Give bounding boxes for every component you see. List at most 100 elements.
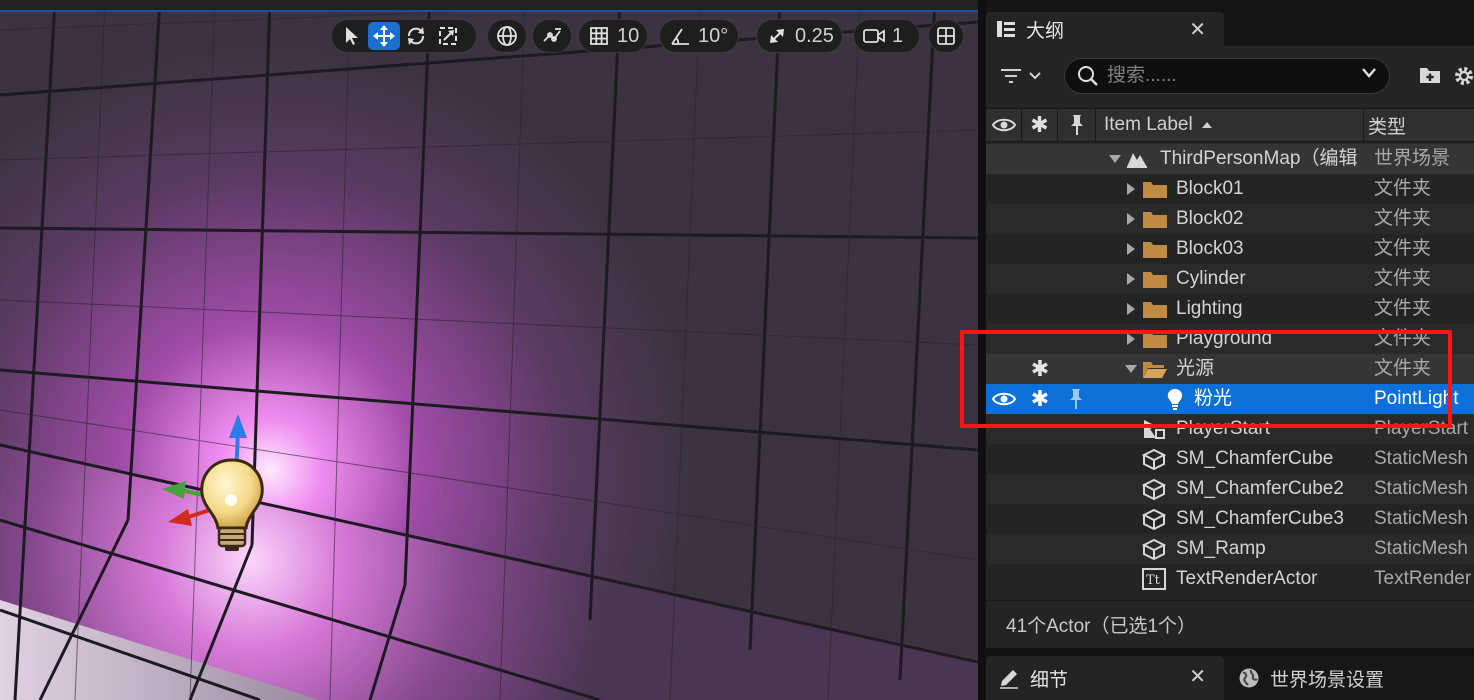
globe-icon xyxy=(1239,668,1259,688)
search-box[interactable] xyxy=(1064,58,1390,94)
tree-row-type: 文件夹 xyxy=(1374,298,1432,319)
search-input[interactable] xyxy=(1107,65,1347,87)
tree-row-actor[interactable]: SM_ChamferCube2 StaticMesh xyxy=(986,474,1474,504)
chevron-right-icon[interactable] xyxy=(1126,272,1136,286)
tab-bar-empty xyxy=(1224,12,1474,46)
tree-row-folder-open[interactable]: ✱ 光源 文件夹 xyxy=(986,354,1474,384)
tree-row-actor[interactable]: SM_ChamferCube3 StaticMesh xyxy=(986,504,1474,534)
chevron-down-icon xyxy=(1029,72,1041,80)
cursor-arrow-icon xyxy=(346,27,358,45)
item-label-header-text: Item Label xyxy=(1104,114,1193,135)
details-tab[interactable]: 细节 ✕ xyxy=(986,656,1224,700)
camera-speed-button[interactable] xyxy=(858,22,890,50)
world-settings-tab[interactable]: 世界场景设置 xyxy=(1226,656,1474,700)
type-header-text: 类型 xyxy=(1368,116,1407,138)
chevron-right-icon[interactable] xyxy=(1126,212,1136,226)
tree-row-actor[interactable]: Tt TextRenderActor TextRender xyxy=(986,564,1474,594)
close-icon[interactable]: ✕ xyxy=(1189,17,1206,42)
close-icon[interactable]: ✕ xyxy=(1189,664,1206,689)
static-mesh-icon xyxy=(1142,478,1166,500)
select-mode-button[interactable] xyxy=(336,22,368,50)
tree-row-label: 粉光 xyxy=(1194,388,1233,409)
tree-row-label: Playground xyxy=(1176,328,1273,349)
panel-splitter-horizontal[interactable] xyxy=(986,648,1474,656)
scale-snap-value[interactable]: 0.25 xyxy=(793,25,840,48)
chevron-right-icon[interactable] xyxy=(1126,302,1136,316)
rotate-mode-button[interactable] xyxy=(400,22,432,50)
grid-snap-value[interactable]: 10 xyxy=(615,25,645,48)
rotation-snap-group: 10° xyxy=(659,19,739,53)
tree-row-folder[interactable]: Block01 文件夹 xyxy=(986,174,1474,204)
sort-ascending-icon xyxy=(1201,122,1212,128)
visibility-column-header[interactable] xyxy=(986,109,1022,141)
tree-row-type: 文件夹 xyxy=(1374,328,1432,349)
chevron-right-icon[interactable] xyxy=(1126,182,1136,196)
panel-splitter[interactable] xyxy=(978,0,986,700)
tree-row-type: StaticMesh xyxy=(1374,508,1468,529)
panel-top-strip xyxy=(986,0,1474,12)
surface-snap-icon xyxy=(543,28,561,42)
pin-column-header[interactable] xyxy=(1058,109,1096,141)
search-icon xyxy=(1078,66,1098,86)
static-mesh-icon xyxy=(1142,448,1166,470)
tree-row-actor[interactable]: SM_Ramp StaticMesh xyxy=(986,534,1474,564)
star-icon[interactable]: ✱ xyxy=(1022,384,1058,414)
outliner-status-bar: 41个Actor（已选1个） xyxy=(986,600,1474,648)
scale-mode-button[interactable] xyxy=(432,22,464,50)
add-folder-icon[interactable] xyxy=(1418,64,1442,86)
player-start-icon xyxy=(1144,420,1165,439)
pin-toggle[interactable] xyxy=(1058,384,1094,414)
tree-row-folder[interactable]: Block03 文件夹 xyxy=(986,234,1474,264)
tree-row-folder[interactable]: Cylinder 文件夹 xyxy=(986,264,1474,294)
tree-row-label: Lighting xyxy=(1176,298,1243,319)
chevron-down-icon[interactable] xyxy=(1361,67,1377,79)
tree-row-folder[interactable]: Lighting 文件夹 xyxy=(986,294,1474,324)
tree-row-world[interactable]: ThirdPersonMap（编辑 世界场景 xyxy=(986,144,1474,174)
level-viewport[interactable]: 10 10° 0.25 1 xyxy=(0,0,978,700)
camera-speed-value[interactable]: 1 xyxy=(890,25,909,48)
tree-row-label: Block02 xyxy=(1176,208,1244,229)
chevron-down-icon[interactable] xyxy=(1124,364,1138,374)
rotation-snap-value[interactable]: 10° xyxy=(696,25,734,48)
diagonal-arrow-icon xyxy=(770,29,784,43)
chevron-right-icon[interactable] xyxy=(1126,242,1136,256)
tree-row-type: 文件夹 xyxy=(1374,358,1432,379)
tree-row-label: 光源 xyxy=(1176,358,1215,379)
scale-snap-toggle[interactable] xyxy=(761,22,793,50)
globe-icon xyxy=(497,26,517,46)
folder-icon xyxy=(1143,182,1167,198)
grid-snap-toggle[interactable] xyxy=(583,22,615,50)
surface-snap-group xyxy=(532,19,572,53)
text-render-icon: Tt xyxy=(1142,568,1166,590)
scale-icon xyxy=(439,27,457,45)
translate-mode-button[interactable] xyxy=(368,22,400,50)
gear-icon[interactable] xyxy=(1452,64,1474,88)
visibility-toggle[interactable] xyxy=(986,384,1022,414)
tree-row-label: Block03 xyxy=(1176,238,1244,259)
static-mesh-icon xyxy=(1142,538,1166,560)
item-label-column-header[interactable]: Item Label xyxy=(1096,109,1364,141)
eye-icon xyxy=(991,118,1016,132)
filter-button[interactable] xyxy=(1000,61,1050,91)
viewport-layout-button[interactable] xyxy=(932,22,960,50)
star-icon[interactable]: ✱ xyxy=(1022,109,1058,141)
star-icon[interactable]: ✱ xyxy=(1022,354,1058,384)
tree-row-label: SM_ChamferCube3 xyxy=(1176,508,1344,529)
chevron-down-icon[interactable] xyxy=(1108,154,1122,164)
chevron-right-icon[interactable] xyxy=(1126,332,1136,346)
outliner-tab[interactable]: 大纲 ✕ xyxy=(986,12,1224,46)
type-column-header[interactable]: 类型 xyxy=(1364,109,1474,141)
tree-row-folder[interactable]: Playground 文件夹 xyxy=(986,324,1474,354)
tree-row-actor[interactable]: PlayerStart PlayerStart xyxy=(986,414,1474,444)
outliner-panel: ✱ Item Label 类型 ThirdPersonMap（编辑 世界场景 B… xyxy=(986,46,1474,648)
tree-row-actor[interactable]: SM_ChamferCube StaticMesh xyxy=(986,444,1474,474)
tree-row-folder[interactable]: Block02 文件夹 xyxy=(986,204,1474,234)
rotation-snap-toggle[interactable] xyxy=(664,22,696,50)
world-space-button[interactable] xyxy=(491,22,523,50)
grid-snap-group: 10 xyxy=(578,19,648,53)
tree-row-type: 世界场景 xyxy=(1374,148,1451,169)
tree-row-selected[interactable]: ✱ 粉光 PointLight xyxy=(986,384,1474,414)
surface-snap-button[interactable] xyxy=(536,22,568,50)
pin-icon xyxy=(1070,115,1083,135)
tree-row-type: PointLight xyxy=(1374,388,1459,409)
